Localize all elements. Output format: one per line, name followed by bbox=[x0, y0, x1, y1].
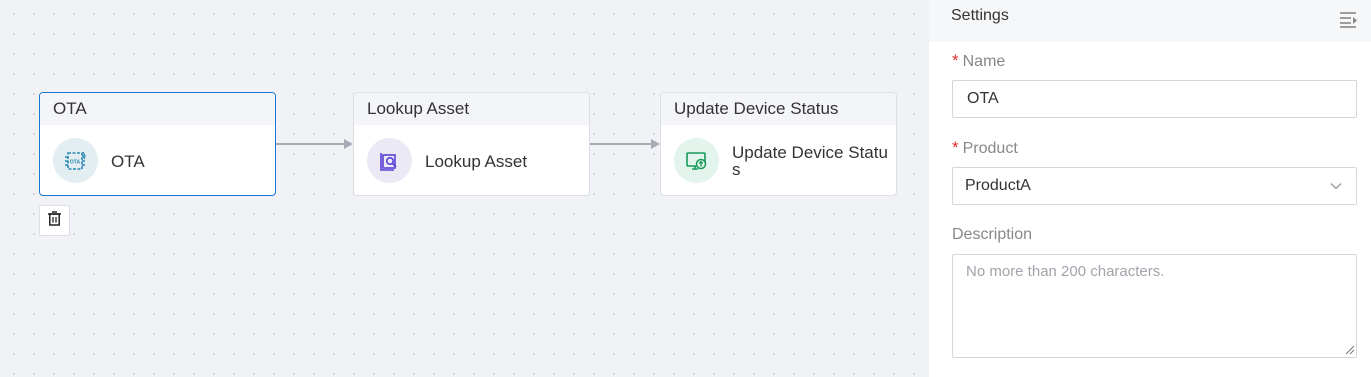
flow-node-lookup-asset[interactable]: Lookup Asset Lookup Asset bbox=[353, 92, 590, 196]
connector-arrow bbox=[651, 139, 660, 149]
lookup-asset-icon bbox=[367, 138, 412, 183]
required-marker: * bbox=[952, 51, 959, 70]
name-field-label: * Name bbox=[952, 51, 1006, 70]
node-label: OTA bbox=[111, 151, 145, 171]
flow-node-update-device-status[interactable]: Update Device Status Update Device Statu… bbox=[660, 92, 897, 196]
collapse-panel-icon[interactable] bbox=[1339, 10, 1359, 28]
node-header: Update Device Status bbox=[661, 93, 896, 125]
connector-line bbox=[590, 143, 652, 145]
settings-title: Settings bbox=[951, 7, 1009, 24]
ota-chip-icon: OTA bbox=[53, 138, 98, 183]
product-select[interactable]: ProductA bbox=[952, 167, 1357, 205]
settings-header: Settings bbox=[929, 0, 1371, 42]
required-marker: * bbox=[952, 138, 959, 157]
product-select-value: ProductA bbox=[965, 177, 1031, 194]
delete-node-button[interactable] bbox=[39, 205, 70, 236]
node-label: Update Device Status bbox=[732, 143, 888, 179]
connector-arrow bbox=[344, 139, 353, 149]
chevron-down-icon bbox=[1330, 183, 1342, 190]
trash-icon bbox=[47, 210, 62, 231]
resize-handle-icon[interactable] bbox=[1345, 345, 1355, 355]
update-device-status-icon bbox=[674, 138, 719, 183]
description-textarea[interactable] bbox=[952, 254, 1357, 358]
node-label: Lookup Asset bbox=[425, 151, 528, 171]
node-header: OTA bbox=[40, 93, 275, 125]
settings-panel: Settings * Name OTA * Product ProductA Des… bbox=[929, 0, 1371, 377]
product-field-label: * Product bbox=[952, 138, 1018, 157]
node-header: Lookup Asset bbox=[354, 93, 589, 125]
svg-text:OTA: OTA bbox=[69, 159, 80, 165]
name-input[interactable]: OTA bbox=[952, 80, 1357, 118]
flow-node-ota[interactable]: OTA OTA OTA bbox=[39, 92, 276, 196]
connector-line bbox=[276, 143, 345, 145]
description-field-label: Description bbox=[952, 226, 1033, 243]
flow-canvas[interactable]: OTA OTA OTA Lookup Asset Lookup Asset Up… bbox=[0, 0, 929, 377]
